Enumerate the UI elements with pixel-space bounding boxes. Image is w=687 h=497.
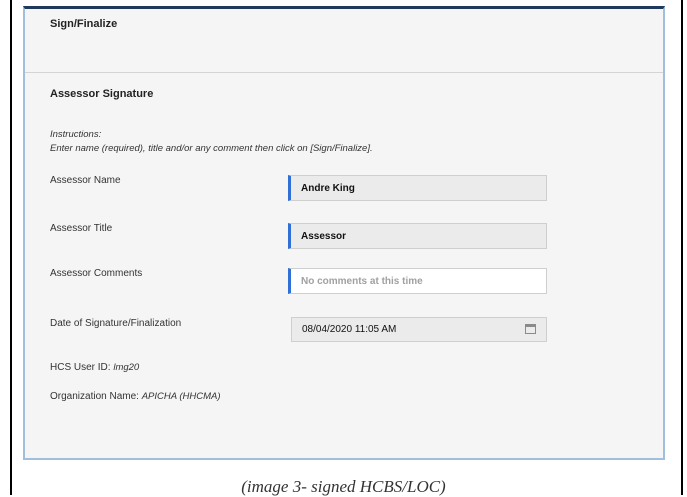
assessor-comments-input[interactable]: No comments at this time (288, 268, 547, 294)
section-title: Assessor Signature (50, 88, 154, 100)
instructions-text: Enter name (required), title and/or any … (50, 143, 373, 154)
organization-label: Organization Name: (50, 391, 139, 402)
hcs-user-id-value: lmg20 (113, 362, 140, 373)
panel-title: Sign/Finalize (50, 18, 118, 30)
assessor-title-value: Assessor (301, 230, 347, 242)
organization-name: Organization Name: APICHA (HHCMA) (50, 391, 221, 402)
hcs-user-id-label: HCS User ID: (50, 362, 111, 373)
signature-date-value: 08/04/2020 11:05 AM (302, 324, 397, 335)
instructions-label: Instructions: (50, 129, 102, 140)
signature-date-input[interactable]: 08/04/2020 11:05 AM (291, 317, 547, 342)
signature-date-label: Date of Signature/Finalization (50, 318, 182, 329)
organization-value: APICHA (HHCMA) (141, 391, 221, 402)
assessor-name-label: Assessor Name (50, 175, 121, 186)
image-caption: (image 3- signed HCBS/LOC) (241, 477, 446, 496)
assessor-name-input[interactable]: Andre King (288, 175, 547, 201)
panel-header: Sign/Finalize (25, 9, 663, 73)
assessor-comments-label: Assessor Comments (50, 268, 143, 279)
hcs-user-id: HCS User ID: lmg20 (50, 362, 139, 373)
assessor-comments-placeholder: No comments at this time (301, 275, 423, 287)
assessor-name-value: Andre King (301, 182, 355, 194)
sign-finalize-panel: Sign/Finalize Assessor Signature Instruc… (23, 6, 665, 460)
assessor-title-label: Assessor Title (50, 223, 113, 234)
calendar-icon[interactable] (525, 324, 536, 334)
assessor-title-input[interactable]: Assessor (288, 223, 547, 249)
